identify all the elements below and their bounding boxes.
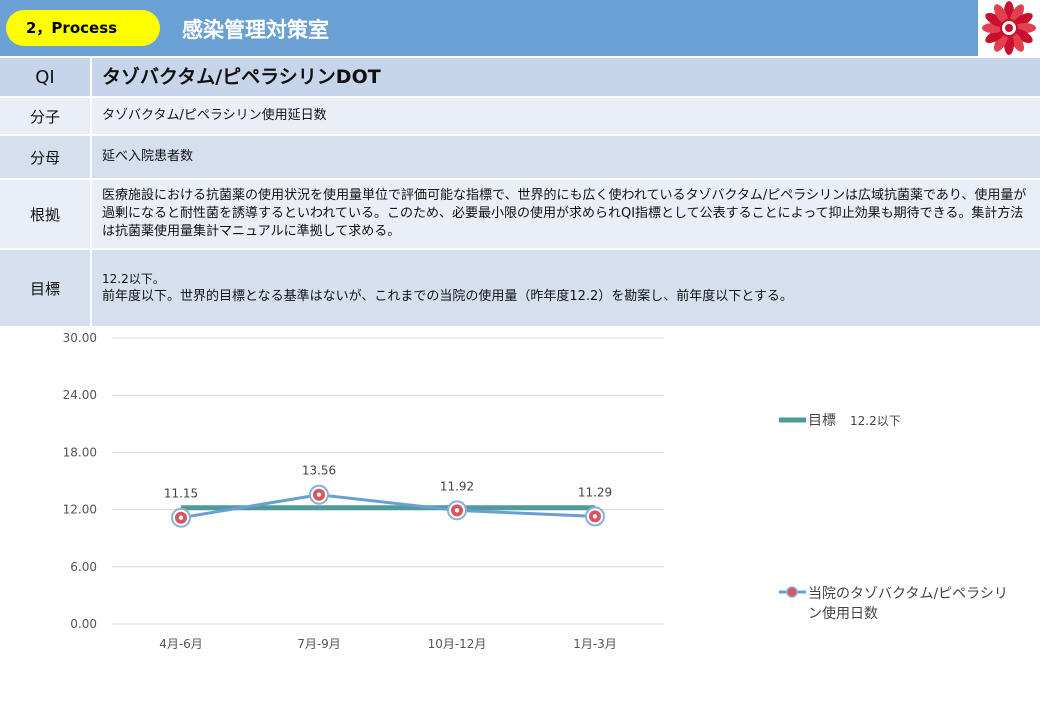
y-tick-label: 24.00 (63, 388, 97, 402)
usage-data-point-center (592, 514, 598, 519)
usage-data-point-center (316, 492, 322, 497)
denominator-value: 延べ入院患者数 (91, 135, 1040, 180)
x-tick-label: 7月-9月 (297, 637, 341, 651)
usage-data-point-center (454, 508, 460, 513)
legend-usage-label-line1: 当院のタゾバクタム/ピペラシリ (808, 586, 1008, 602)
numerator-row: 分子 タゾバクタム/ピペラシリン使用延日数 (0, 97, 1040, 136)
section-badge: 2，Process (6, 10, 160, 46)
target-line-2: 前年度以下。世界的目標となる基準はないが、これまでの当院の使用量（昨年度12.2… (102, 289, 793, 304)
basis-label: 根拠 (0, 179, 92, 250)
red-flower-emblem-icon (978, 0, 1040, 56)
data-label: 11.92 (440, 479, 474, 493)
numerator-value: タゾバクタム/ピペラシリン使用延日数 (91, 97, 1040, 136)
usage-data-point-center (178, 515, 184, 520)
x-tick-label: 10月-12月 (428, 637, 487, 651)
legend-usage-marker (786, 586, 798, 598)
y-tick-label: 0.00 (70, 617, 97, 631)
header-bar: 2，Process 感染管理対策室 (0, 0, 978, 56)
denominator-row: 分母 延べ入院患者数 (0, 135, 1040, 180)
y-tick-label: 18.00 (63, 445, 97, 459)
target-label: 目標 (0, 249, 92, 328)
qi-definition-table: QI タゾバクタム/ピペラシリンDOT 分子 タゾバクタム/ピペラシリン使用延日… (0, 58, 1040, 328)
legend-target-label: 目標 12.2以下 (808, 413, 901, 429)
basis-row: 根拠 医療施設における抗菌薬の使用状況を使用量単位で評価可能な指標で、世界的にも… (0, 179, 1040, 250)
qi-label: QI (0, 58, 92, 98)
target-line-1: 12.2以下。 (102, 272, 165, 286)
data-label: 13.56 (302, 464, 336, 478)
basis-value: 医療施設における抗菌薬の使用状況を使用量単位で評価可能な指標で、世界的にも広く使… (91, 179, 1040, 250)
qi-title-row: QI タゾバクタム/ピペラシリンDOT (0, 58, 1040, 98)
y-tick-label: 6.00 (70, 560, 97, 574)
denominator-label: 分母 (0, 135, 92, 180)
data-label: 11.29 (578, 485, 612, 499)
numerator-label: 分子 (0, 97, 92, 136)
qi-title: タゾバクタム/ピペラシリンDOT (91, 58, 1040, 98)
y-tick-label: 30.00 (63, 331, 97, 345)
tazobactam-dot-line-chart: 0.00 6.00 12.00 18.00 24.00 30.00 4月-6月 7月-9月 10… (63, 331, 1008, 651)
legend-usage-label-line2: ン使用日数 (808, 605, 878, 622)
department-title: 感染管理対策室 (182, 18, 329, 42)
y-tick-label: 12.00 (63, 503, 97, 517)
target-row: 目標 12.2以下。 前年度以下。世界的目標となる基準はないが、これまでの当院の… (0, 249, 1040, 328)
target-value: 12.2以下。 前年度以下。世界的目標となる基準はないが、これまでの当院の使用量… (91, 249, 1040, 328)
x-tick-label: 1月-3月 (573, 637, 617, 651)
data-label: 11.15 (164, 487, 198, 501)
x-tick-label: 4月-6月 (159, 637, 203, 651)
